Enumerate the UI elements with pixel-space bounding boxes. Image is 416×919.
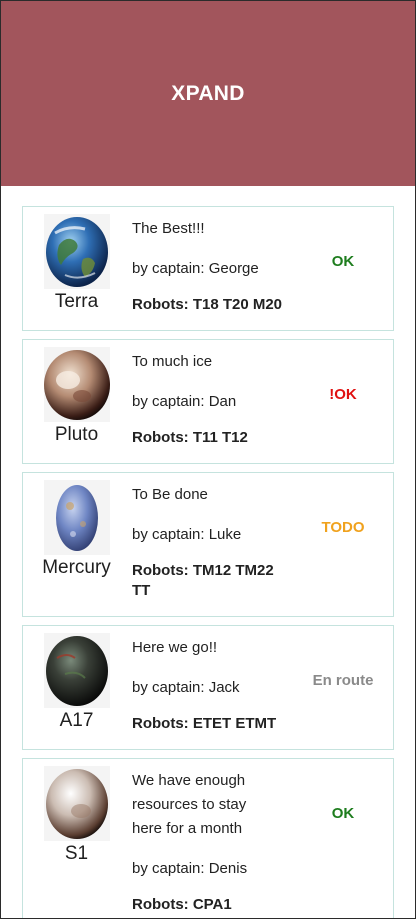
- planet-column: S1: [23, 759, 130, 865]
- robots-label: Robots: ETET ETMT: [132, 715, 277, 732]
- mission-card-s1[interactable]: S1 We have enough resources to stay here…: [22, 758, 394, 918]
- planet-name: S1: [64, 843, 89, 864]
- robots-label: Robots: T11 T12: [132, 429, 248, 446]
- mission-info: To much ice by captain: Dan Robots: T11 …: [132, 350, 287, 448]
- mission-info: To Be done by captain: Luke Robots: TM12…: [132, 483, 287, 601]
- dark-planet-icon: [43, 633, 110, 708]
- robots-label: Robots: TM12 TM22 TT: [132, 562, 274, 599]
- planet-name: Mercury: [42, 557, 111, 578]
- mission-description: To Be done: [132, 486, 208, 503]
- mission-description: Here we go!!: [132, 639, 218, 656]
- planet-name: Terra: [54, 291, 99, 312]
- app-header: XPAND: [1, 1, 415, 186]
- robots-label: Robots: CPA1 CPA11: [132, 896, 232, 918]
- status-badge: OK: [331, 805, 355, 822]
- mission-description: The Best!!!: [132, 220, 205, 237]
- status-badge: En route: [312, 672, 374, 689]
- captain-label: by captain: Denis: [132, 860, 248, 877]
- earth-planet-icon: [43, 214, 110, 289]
- captain-label: by captain: George: [132, 260, 259, 277]
- mission-card-mercury[interactable]: Mercury To Be done by captain: Luke Robo…: [22, 472, 394, 617]
- status-badge: TODO: [321, 519, 365, 536]
- mission-description: To much ice: [132, 353, 213, 370]
- mercury-planet-icon: [43, 480, 110, 555]
- pluto-planet-icon: [43, 347, 110, 422]
- planet-column: Terra: [23, 207, 130, 313]
- status-badge: OK: [331, 253, 355, 270]
- mission-card-terra[interactable]: Terra The Best!!! by captain: George Rob…: [22, 206, 394, 331]
- planet-name: Pluto: [54, 424, 99, 445]
- pale-planet-icon: [43, 766, 110, 841]
- planet-column: Mercury: [23, 473, 130, 579]
- app-title: XPAND: [171, 81, 245, 105]
- mission-info: Here we go!! by captain: Jack Robots: ET…: [132, 636, 287, 734]
- mission-card-pluto[interactable]: Pluto To much ice by captain: Dan Robots…: [22, 339, 394, 464]
- app-frame: XPAND Terra The Best!!! by captain: Geor…: [0, 0, 416, 919]
- planet-column: A17: [23, 626, 130, 732]
- mission-list: Terra The Best!!! by captain: George Rob…: [1, 186, 415, 918]
- robots-label: Robots: T18 T20 M20: [132, 296, 283, 313]
- captain-label: by captain: Dan: [132, 393, 237, 410]
- status-badge: !OK: [329, 386, 357, 403]
- captain-label: by captain: Luke: [132, 526, 242, 543]
- mission-info: We have enough resources to stay here fo…: [132, 769, 272, 918]
- mission-description: We have enough resources to stay here fo…: [132, 772, 247, 837]
- captain-label: by captain: Jack: [132, 679, 240, 696]
- mission-card-a17[interactable]: A17 Here we go!! by captain: Jack Robots…: [22, 625, 394, 750]
- planet-name: A17: [59, 710, 94, 731]
- mission-info: The Best!!! by captain: George Robots: T…: [132, 217, 287, 315]
- planet-column: Pluto: [23, 340, 130, 446]
